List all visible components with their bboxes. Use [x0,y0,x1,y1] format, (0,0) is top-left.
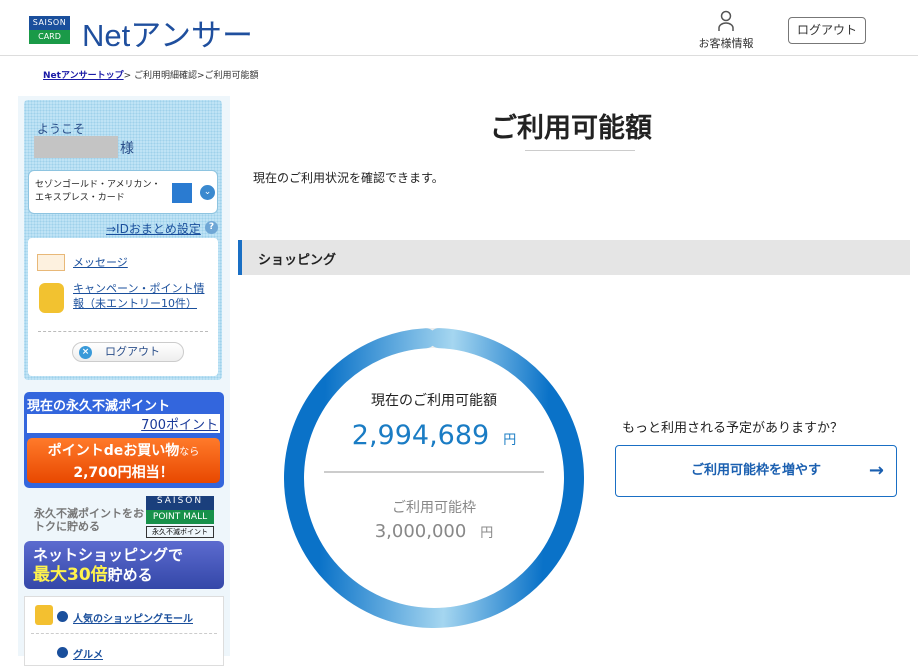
customer-info-link[interactable]: お客様情報 [693,10,759,51]
header-logout-button[interactable]: ログアウト [788,17,866,44]
id-setting-link[interactable]: ⇒IDおまとめ設定 [106,220,201,237]
shopping-links: 人気のショッピングモール グルメ [24,596,224,666]
saison-card-logo[interactable]: SAISON CARD [29,16,70,44]
ring-fill [284,328,584,628]
coins-icon [39,283,64,313]
sidebar-links: メッセージ キャンペーン・ポイント情報（未エントリー10件） × ログアウト [28,238,218,376]
points-value-link[interactable]: 700ポイント [27,414,220,433]
welcome-panel: ようこそ 様 セゾンゴールド・アメリカン・エキスプレス・カード ⌄ ⇒IDおまとめ… [24,100,222,380]
brand-title: Netアンサー [82,18,254,53]
limit-label: ご利用可能枠 [392,500,476,516]
breadcrumb-home-link[interactable]: Netアンサートップ [43,71,124,81]
increase-limit-button[interactable]: ご利用可能枠を増やす → [615,445,897,497]
title-underline [525,150,635,151]
close-circle-icon: × [79,346,92,359]
arrow-right-icon: → [868,460,884,481]
points-panel: 現在の永久不滅ポイント 700ポイント ポイントdeお買い物なら 2,700円相当… [24,392,224,488]
breadcrumb: Netアンサートップ> ご利用明細確認>ご利用可能額 [43,71,259,81]
divider [31,633,217,634]
arrow-circle-icon [57,611,68,622]
card-selector[interactable]: セゾンゴールド・アメリカン・エキスプレス・カード ⌄ [28,170,218,214]
available-amount-ring [284,328,584,628]
section-header-shopping: ショッピング [238,240,910,275]
user-icon [718,10,734,31]
message-link[interactable]: メッセージ [73,255,128,270]
point-mall-logo[interactable]: SAISON POINT MALL 永久不滅ポイント [146,496,214,540]
campaign-link[interactable]: キャンペーン・ポイント情報（未エントリー10件） [73,281,213,311]
divider [324,471,544,473]
amex-card-icon [172,183,192,203]
net-shopping-banner[interactable]: ネットショッピングで 最大30倍貯める [24,541,224,589]
masked-user-name [34,136,118,158]
increase-question: もっと利用される予定がありますか？ [622,421,844,436]
shopping-bag-icon [35,605,53,625]
sidebar-logout-button[interactable]: × ログアウト [72,342,184,362]
page-description: 現在のご利用状況を確認できます。 [253,171,444,185]
limit-amount: 3,000,000 円 [374,521,494,542]
page-title: ご利用可能額 [490,113,652,144]
point-shopping-banner[interactable]: ポイントdeお買い物なら 2,700円相当！ [27,438,220,483]
header: SAISON CARD Netアンサー お客様情報 ログアウト [0,0,918,56]
popular-mall-link[interactable]: 人気のショッピングモール [73,610,193,625]
arrow-circle-icon [57,647,68,658]
available-amount: 2,994,689 円 [351,420,517,451]
help-icon[interactable]: ? [205,221,218,234]
divider [38,331,208,332]
chevron-down-icon: ⌄ [200,185,215,200]
envelope-icon [37,254,65,271]
available-label: 現在のご利用可能額 [371,393,497,409]
point-mall-text: 永久不滅ポイントをおトクに貯める [34,507,144,533]
